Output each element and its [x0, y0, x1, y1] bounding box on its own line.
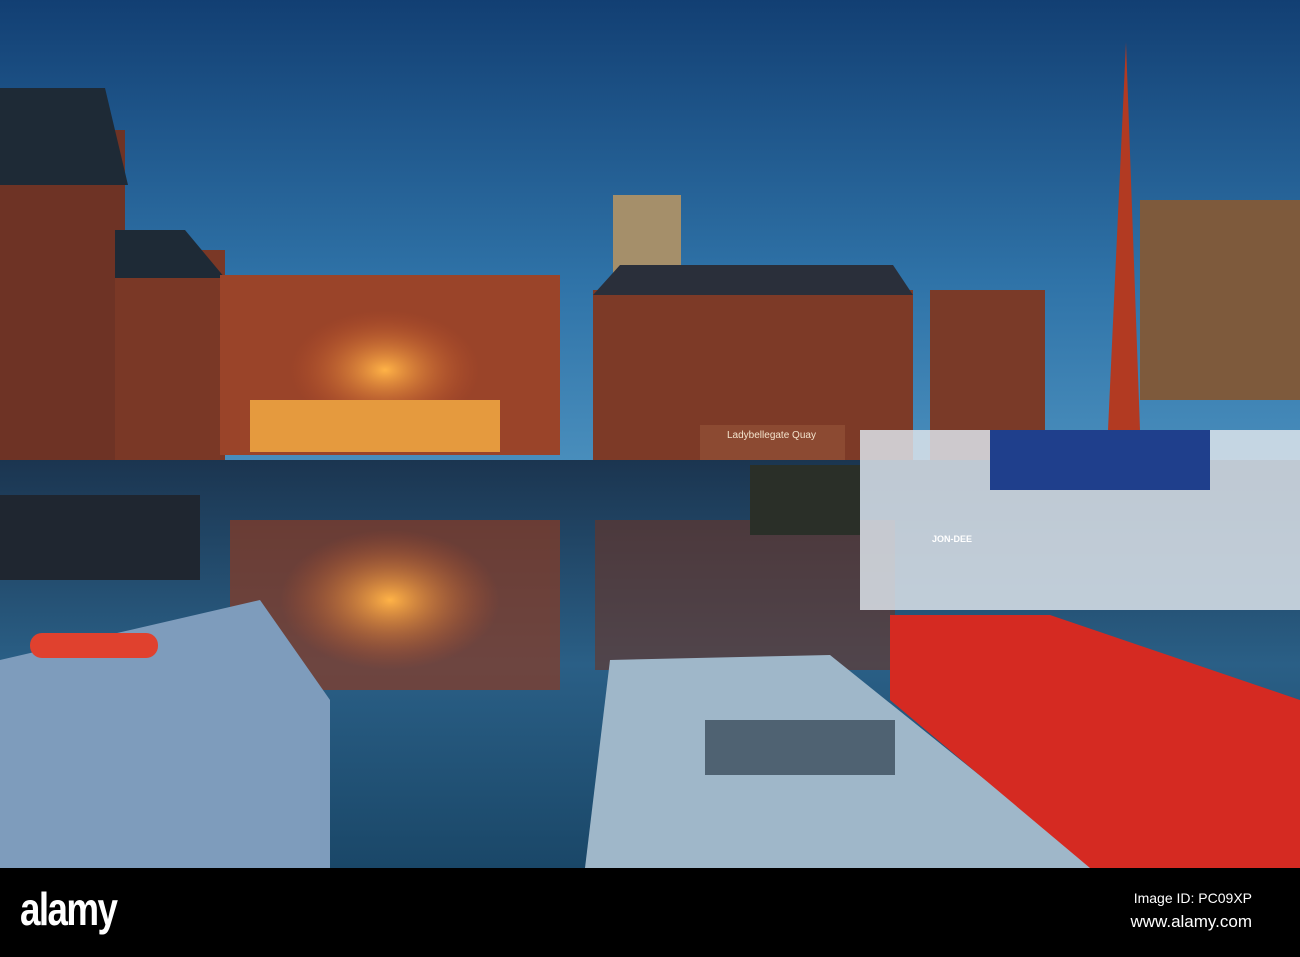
life-ring: [30, 633, 158, 658]
cruiser-canopy: [990, 430, 1210, 490]
alamy-logo: alamy: [20, 883, 118, 935]
roof-hatch: [705, 720, 895, 775]
office-building: [1140, 200, 1300, 400]
site-url: www.alamy.com: [1130, 912, 1252, 931]
narrowboat-left: [0, 495, 200, 580]
image-id: Image ID: PC09XP: [1133, 890, 1252, 906]
boat-name: JON-DEE: [932, 534, 973, 544]
canal-basin-photo: [0, 0, 1300, 868]
reflection-glow: [280, 530, 500, 670]
reflection: [595, 520, 895, 670]
centre-roof: [593, 265, 913, 295]
quay-sign-text: Ladybellegate Quay: [727, 430, 816, 441]
warehouse-2: [115, 250, 225, 460]
glass-pavilion: [250, 400, 500, 452]
narrowboat-green: [750, 465, 860, 535]
watermark-bar: alamy Image ID: PC09XP www.alamy.com: [0, 868, 1300, 957]
